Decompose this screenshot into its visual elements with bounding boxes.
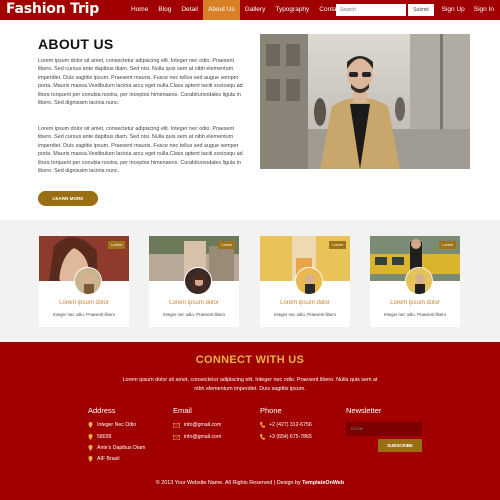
designer-link[interactable]: TemplateOnWeb [302, 480, 344, 486]
address-line: 58039 [88, 434, 111, 440]
card-avatar [405, 267, 433, 295]
card-title[interactable]: Lorem ipsum dolor [370, 300, 460, 306]
auth-links: Sign Up Sign In [442, 0, 494, 20]
nav-link-gallery[interactable]: Gallery [240, 0, 271, 20]
search-submit-button[interactable]: Submit [408, 4, 434, 16]
card-avatar [184, 267, 212, 295]
address-line: AIF Brasil [88, 456, 119, 462]
phone-heading: Phone [260, 406, 282, 415]
newsletter-heading: Newsletter [346, 406, 382, 415]
connect-title: CONNECT WITH US [195, 354, 305, 366]
card-title[interactable]: Lorem ipsum dolor [260, 300, 350, 306]
card-subtitle: Integer nec odio. Praesent libero [273, 312, 337, 317]
sign-up-link[interactable]: Sign Up [442, 0, 465, 20]
newsletter-email-input[interactable] [346, 422, 422, 436]
feature-card[interactable]: Lorem Lorem ipsum dolor Integer nec odio… [149, 236, 239, 327]
map-pin-icon [88, 434, 93, 440]
featured-cards-section: Lorem Lorem ipsum dolor Integer nec odio… [0, 220, 500, 342]
email-link[interactable]: info@gmail.com [173, 434, 221, 440]
feature-card[interactable]: Lorem Lorem ipsum dolor Integer nec odio… [370, 236, 460, 327]
address-line: Ante's Dapibus Diam [88, 445, 145, 451]
envelope-icon [173, 434, 180, 440]
nav-link-detail[interactable]: Detail [176, 0, 203, 20]
card-subtitle: Integer nec odio. Praesent libero [383, 312, 447, 317]
card-badge: Lorem [329, 241, 346, 249]
card-subtitle: Integer nec odio. Praesent libero [52, 312, 116, 317]
search-input[interactable] [336, 4, 406, 16]
address-heading: Address [88, 406, 116, 415]
card-title[interactable]: Lorem ipsum dolor [39, 300, 129, 306]
about-paragraph-1: Lorem ipsum dolor sit amet, consectetur … [38, 58, 243, 107]
nav-link-blog[interactable]: Blog [153, 0, 176, 20]
card-badge: Lorem [218, 241, 235, 249]
learn-more-button[interactable]: LEARN MORE [38, 191, 98, 206]
subscribe-button[interactable]: SUBSCRIBE [378, 439, 422, 452]
card-title[interactable]: Lorem ipsum dolor [149, 300, 239, 306]
card-subtitle: Integer nec odio. Praesent libero [162, 312, 226, 317]
map-pin-icon [88, 445, 93, 451]
envelope-icon [173, 422, 180, 428]
about-title: ABOUT US [38, 36, 114, 52]
about-paragraph-2: Lorem ipsum dolor sit amet, consectetur … [38, 126, 243, 175]
sign-in-link[interactable]: Sign In [474, 0, 494, 20]
nav-links: Home Blog Detail About Us Gallery Typogr… [126, 0, 347, 20]
card-badge: Lorem [439, 241, 456, 249]
card-avatar [74, 267, 102, 295]
address-line: Integer Nec Odio [88, 422, 136, 428]
hero-photo-man-in-coat [260, 34, 470, 169]
site-footer: CONNECT WITH US Lorem ipsum dolor sit am… [0, 342, 500, 500]
phone-icon [260, 422, 265, 428]
phone-icon [260, 434, 265, 440]
map-pin-icon [88, 456, 93, 462]
nav-link-about-us[interactable]: About Us [202, 0, 240, 20]
feature-card[interactable]: Lorem Lorem ipsum dolor Integer nec odio… [39, 236, 129, 327]
card-avatar [295, 267, 323, 295]
card-badge: Lorem [108, 241, 125, 249]
feature-card[interactable]: Lorem Lorem ipsum dolor Integer nec odio… [260, 236, 350, 327]
email-link[interactable]: info@gmail.com [173, 422, 221, 428]
nav-link-typography[interactable]: Typography [270, 0, 314, 20]
map-pin-icon [88, 422, 93, 428]
nav-link-home[interactable]: Home [126, 0, 153, 20]
top-navbar: Fashion Trip Home Blog Detail About Us G… [0, 0, 500, 20]
email-heading: Email [173, 406, 192, 415]
phone-line: +3 (654) 675-7865 [260, 434, 312, 440]
connect-text: Lorem ipsum dolor sit amet, consectetur … [122, 377, 378, 392]
brand-logo[interactable]: Fashion Trip [6, 1, 99, 17]
copyright-text: © 2013 Your Website Name. All Rights Res… [155, 480, 345, 486]
phone-line: +2 (427) 312-6756 [260, 422, 312, 428]
